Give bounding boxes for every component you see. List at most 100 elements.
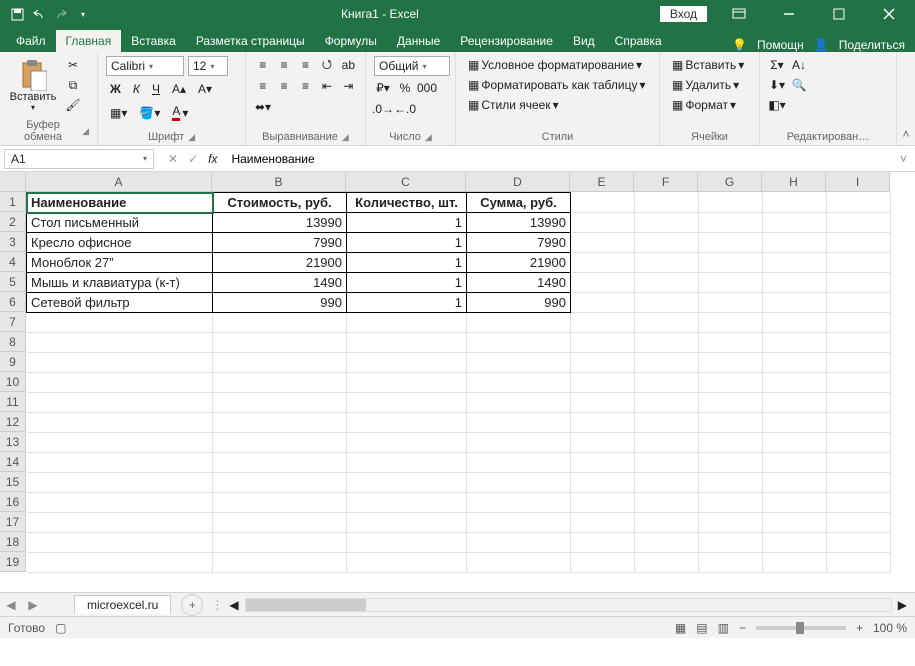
cell-A11[interactable] xyxy=(27,393,213,413)
cell-E3[interactable] xyxy=(571,233,635,253)
row-head-9[interactable]: 9 xyxy=(0,352,26,372)
fill-icon[interactable]: ⬇▾ xyxy=(768,76,786,94)
cell-C3[interactable]: 1 xyxy=(347,233,467,253)
cell-E16[interactable] xyxy=(571,493,635,513)
row-head-4[interactable]: 4 xyxy=(0,252,26,272)
cell-F16[interactable] xyxy=(635,493,699,513)
col-head-D[interactable]: D xyxy=(466,172,570,192)
cell-F1[interactable] xyxy=(635,193,699,213)
cell-A17[interactable] xyxy=(27,513,213,533)
cell-F19[interactable] xyxy=(635,553,699,573)
cell-A10[interactable] xyxy=(27,373,213,393)
cell-D8[interactable] xyxy=(467,333,571,353)
worksheet-grid[interactable]: 12345678910111213141516171819 ABCDEFGHI … xyxy=(0,172,915,592)
cell-C6[interactable]: 1 xyxy=(347,293,467,313)
cell-C10[interactable] xyxy=(347,373,467,393)
cell-I1[interactable] xyxy=(827,193,891,213)
close-icon[interactable] xyxy=(871,0,907,28)
cell-B11[interactable] xyxy=(213,393,347,413)
cell-H7[interactable] xyxy=(763,313,827,333)
cell-D15[interactable] xyxy=(467,473,571,493)
cell-H19[interactable] xyxy=(763,553,827,573)
cell-D3[interactable]: 7990 xyxy=(467,233,571,253)
format-painter-icon[interactable]: 🖌 xyxy=(64,96,82,114)
find-icon[interactable]: 🔍 xyxy=(790,76,808,94)
minimize-icon[interactable] xyxy=(771,0,807,28)
cell-C16[interactable] xyxy=(347,493,467,513)
cell-B8[interactable] xyxy=(213,333,347,353)
cell-F4[interactable] xyxy=(635,253,699,273)
cell-B3[interactable]: 7990 xyxy=(213,233,347,253)
cell-A19[interactable] xyxy=(27,553,213,573)
format-as-table-button[interactable]: ▦ Форматировать как таблицу ▾ xyxy=(464,76,651,94)
cell-H18[interactable] xyxy=(763,533,827,553)
cell-D16[interactable] xyxy=(467,493,571,513)
cell-C4[interactable]: 1 xyxy=(347,253,467,273)
cell-B14[interactable] xyxy=(213,453,347,473)
merge-icon[interactable]: ⬌▾ xyxy=(254,98,272,116)
col-head-G[interactable]: G xyxy=(698,172,762,192)
font-shrink-icon[interactable]: A▾ xyxy=(194,80,216,98)
cell-C11[interactable] xyxy=(347,393,467,413)
cell-A18[interactable] xyxy=(27,533,213,553)
cell-I16[interactable] xyxy=(827,493,891,513)
font-grow-icon[interactable]: A▴ xyxy=(168,80,190,98)
cell-G5[interactable] xyxy=(699,273,763,293)
tab-file[interactable]: Файл xyxy=(6,30,56,52)
cell-I11[interactable] xyxy=(827,393,891,413)
row-head-13[interactable]: 13 xyxy=(0,432,26,452)
undo-icon[interactable] xyxy=(32,7,46,21)
cell-I7[interactable] xyxy=(827,313,891,333)
cell-F5[interactable] xyxy=(635,273,699,293)
cell-I13[interactable] xyxy=(827,433,891,453)
currency-icon[interactable]: ₽▾ xyxy=(374,79,392,97)
cell-F3[interactable] xyxy=(635,233,699,253)
cell-D2[interactable]: 13990 xyxy=(467,213,571,233)
hscroll-left-icon[interactable]: ◀ xyxy=(229,598,238,612)
cell-I12[interactable] xyxy=(827,413,891,433)
row-head-14[interactable]: 14 xyxy=(0,452,26,472)
share-label[interactable]: Поделиться xyxy=(839,38,905,52)
tab-Вид[interactable]: Вид xyxy=(563,30,605,52)
italic-button[interactable]: К xyxy=(129,80,144,98)
cell-E18[interactable] xyxy=(571,533,635,553)
cell-B2[interactable]: 13990 xyxy=(213,213,347,233)
cell-A15[interactable] xyxy=(27,473,213,493)
cell-G9[interactable] xyxy=(699,353,763,373)
tab-Главная[interactable]: Главная xyxy=(56,30,122,52)
select-all-corner[interactable] xyxy=(0,172,26,192)
align-left-icon[interactable]: ≡ xyxy=(254,77,271,95)
cell-H5[interactable] xyxy=(763,273,827,293)
percent-icon[interactable]: % xyxy=(396,79,414,97)
conditional-formatting-button[interactable]: ▦ Условное форматирование ▾ xyxy=(464,56,651,74)
cell-B6[interactable]: 990 xyxy=(213,293,347,313)
enter-formula-icon[interactable]: ✓ xyxy=(188,152,198,166)
cancel-formula-icon[interactable]: ✕ xyxy=(168,152,178,166)
sheet-nav-prev-icon[interactable]: ◀ xyxy=(0,598,22,612)
cell-I18[interactable] xyxy=(827,533,891,553)
tell-me-icon[interactable]: 💡 xyxy=(732,38,747,52)
cell-B9[interactable] xyxy=(213,353,347,373)
tell-me-label[interactable]: Помощн xyxy=(757,38,804,52)
insert-cells-button[interactable]: ▦ Вставить ▾ xyxy=(668,56,751,74)
cell-D18[interactable] xyxy=(467,533,571,553)
cell-G11[interactable] xyxy=(699,393,763,413)
cell-F12[interactable] xyxy=(635,413,699,433)
cell-D5[interactable]: 1490 xyxy=(467,273,571,293)
cell-B4[interactable]: 21900 xyxy=(213,253,347,273)
cell-G8[interactable] xyxy=(699,333,763,353)
cell-F6[interactable] xyxy=(635,293,699,313)
indent-increase-icon[interactable]: ⇥ xyxy=(340,77,357,95)
cell-A8[interactable] xyxy=(27,333,213,353)
cell-E4[interactable] xyxy=(571,253,635,273)
font-name-combo[interactable]: Calibri▾ xyxy=(106,56,184,76)
cell-E7[interactable] xyxy=(571,313,635,333)
col-head-C[interactable]: C xyxy=(346,172,466,192)
qat-customize-icon[interactable]: ▾ xyxy=(76,7,90,21)
cell-I3[interactable] xyxy=(827,233,891,253)
cell-G13[interactable] xyxy=(699,433,763,453)
cell-A1[interactable]: Наименование xyxy=(27,193,213,213)
cell-C8[interactable] xyxy=(347,333,467,353)
cell-F9[interactable] xyxy=(635,353,699,373)
tab-Справка[interactable]: Справка xyxy=(605,30,672,52)
